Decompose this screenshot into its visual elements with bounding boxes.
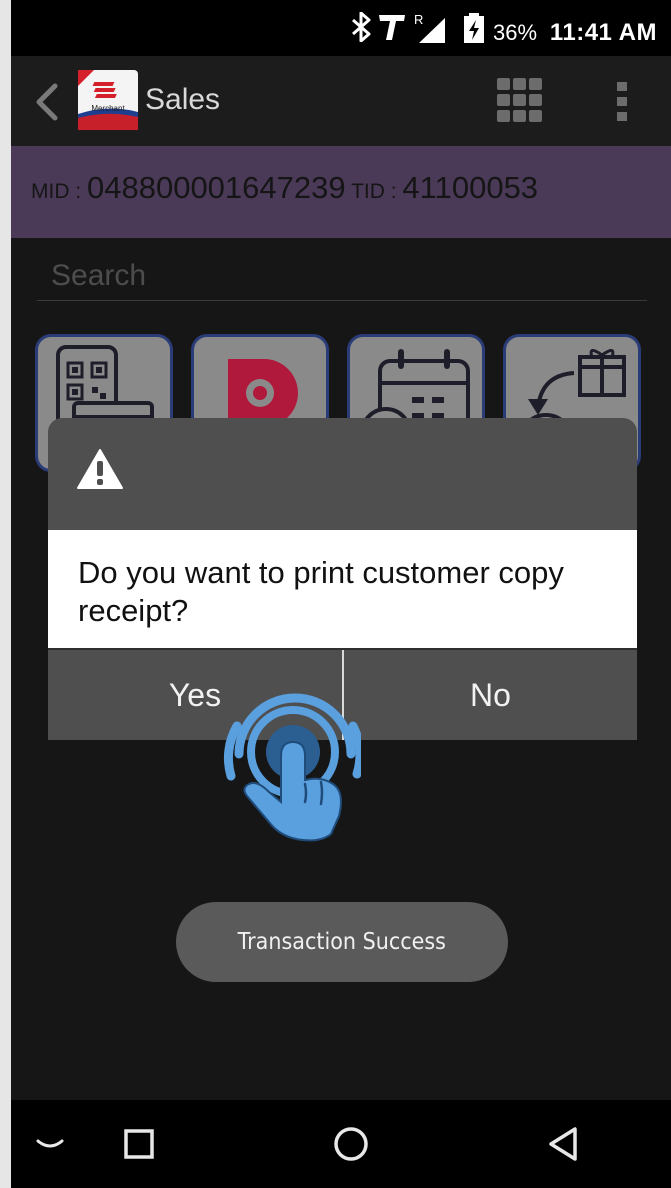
toast-notification: Transaction Success — [176, 902, 508, 982]
merchant-ids: MID : 048800001647239 TID : 41100053 — [31, 170, 538, 206]
merchant-info-bar: MID : 048800001647239 TID : 41100053 — [11, 146, 671, 238]
search-placeholder: Search — [51, 259, 147, 292]
merchant-logo-icon: Merchant — [78, 70, 138, 130]
keyboard-hide-icon[interactable] — [35, 1138, 65, 1152]
toast-message: Transaction Success — [237, 929, 447, 955]
svg-text:R: R — [414, 12, 423, 27]
no-button: No — [470, 676, 511, 713]
battery-percentage: 36% — [493, 20, 538, 45]
dialog-body: Do you want to print customer copy recei… — [48, 530, 637, 648]
more-vertical-icon[interactable] — [615, 80, 629, 122]
mid-label: MID : — [31, 180, 87, 203]
home-circle-icon[interactable] — [333, 1126, 369, 1162]
tap-hand-icon — [223, 693, 361, 842]
recents-square-icon[interactable] — [123, 1128, 155, 1160]
grid-menu-icon[interactable] — [497, 78, 543, 122]
app-bar: Merchant Sales — [11, 56, 671, 146]
warning-icon — [77, 449, 123, 489]
status-bar: R 36% 11:41 AM — [11, 0, 671, 56]
back-triangle-icon[interactable] — [547, 1126, 579, 1162]
phone-screen: R 36% 11:41 AM Merchant Sales MID: 0488… — [11, 0, 671, 1188]
tid-label: TID : — [345, 180, 403, 203]
battery-charging-icon — [464, 13, 484, 43]
carrier-t-icon — [379, 15, 405, 40]
bluetooth-icon — [352, 12, 371, 42]
signal-roaming-icon: R — [414, 12, 445, 43]
clock-time: 11:41 AM — [549, 19, 657, 46]
mid-value: 048800001647239 — [87, 170, 346, 205]
dialog-header — [48, 418, 637, 530]
search-input[interactable]: Search — [37, 252, 647, 301]
page-title: Sales — [145, 83, 221, 116]
tid-value: 41100053 — [402, 170, 539, 205]
back-arrow-icon[interactable] — [33, 82, 61, 122]
logo-label: Merchant — [91, 104, 125, 113]
dialog-message: Do you want to print customer copy recei… — [78, 555, 564, 628]
navigation-bar — [11, 1100, 671, 1188]
